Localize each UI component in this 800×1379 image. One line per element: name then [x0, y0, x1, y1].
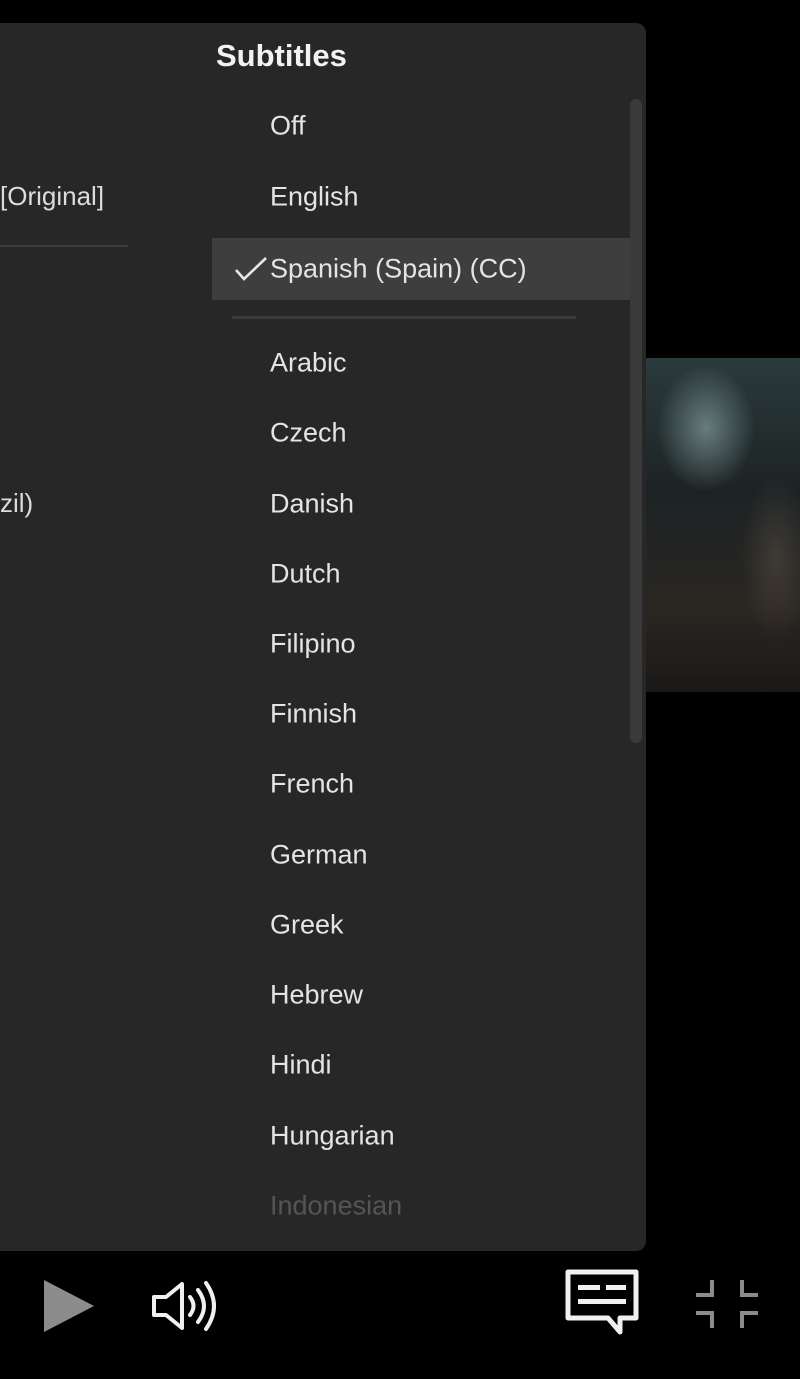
menu-divider [0, 245, 128, 247]
subtitles-divider [232, 316, 576, 319]
subtitle-option-spanish-spain-cc[interactable]: Spanish (Spain) (CC) [212, 238, 630, 300]
subtitle-option-english[interactable]: English [212, 166, 630, 228]
subtitle-option-arabic[interactable]: Arabic [212, 332, 630, 394]
video-frame[interactable] [646, 358, 800, 692]
subtitle-option-hindi[interactable]: Hindi [212, 1034, 630, 1096]
checkmark-icon [235, 257, 267, 281]
subtitle-option-label: Filipino [270, 628, 356, 659]
subtitle-option-czech[interactable]: Czech [212, 402, 630, 464]
subtitle-option-label: English [270, 181, 359, 212]
subtitles-icon[interactable] [564, 1268, 640, 1336]
subtitle-option-label: Indonesian [270, 1190, 403, 1221]
subtitle-option-label: Off [270, 110, 306, 141]
subtitle-option-label: Spanish (Spain) (CC) [270, 253, 527, 284]
play-icon[interactable] [40, 1278, 96, 1334]
subtitle-option-label: Danish [270, 488, 355, 519]
subtitle-option-french[interactable]: French [212, 753, 630, 815]
subtitle-option-finnish[interactable]: Finnish [212, 683, 630, 745]
subtitle-option-label: Hebrew [270, 979, 364, 1010]
subtitle-option-filipino[interactable]: Filipino [212, 613, 630, 675]
subtitle-option-label: Dutch [270, 558, 341, 589]
player-controls-bar [0, 1252, 800, 1379]
exit-fullscreen-icon[interactable] [694, 1278, 760, 1330]
subtitle-option-dutch[interactable]: Dutch [212, 543, 630, 605]
subtitle-option-greek[interactable]: Greek [212, 894, 630, 956]
subtitle-option-label: French [270, 768, 355, 799]
subtitle-option-label: Czech [270, 417, 347, 448]
subtitle-option-label: Finnish [270, 698, 358, 729]
subtitle-option-label: Greek [270, 909, 344, 940]
subtitle-option-label: Hindi [270, 1049, 332, 1080]
subtitle-option-indonesian[interactable]: Indonesian [212, 1175, 630, 1237]
subtitle-option-german[interactable]: German [212, 824, 630, 886]
subtitles-scrollbar[interactable] [630, 99, 642, 743]
subtitle-option-label: Hungarian [270, 1120, 395, 1151]
subtitle-option-label: Arabic [270, 347, 347, 378]
volume-icon[interactable] [150, 1278, 222, 1334]
subtitle-option-label: German [270, 839, 368, 870]
subtitle-option-off[interactable]: Off [212, 95, 630, 157]
audio-track-value[interactable]: [Original] [0, 181, 104, 212]
subtitle-option-danish[interactable]: Danish [212, 473, 630, 535]
subtitle-option-hebrew[interactable]: Hebrew [212, 964, 630, 1026]
subtitles-title: Subtitles [216, 38, 347, 73]
subtitle-option-hungarian[interactable]: Hungarian [212, 1105, 630, 1167]
language-option-fragment[interactable]: zil) [0, 488, 33, 519]
settings-menu-panel: [Original] zil) Subtitles Off English Sp… [0, 23, 646, 1251]
